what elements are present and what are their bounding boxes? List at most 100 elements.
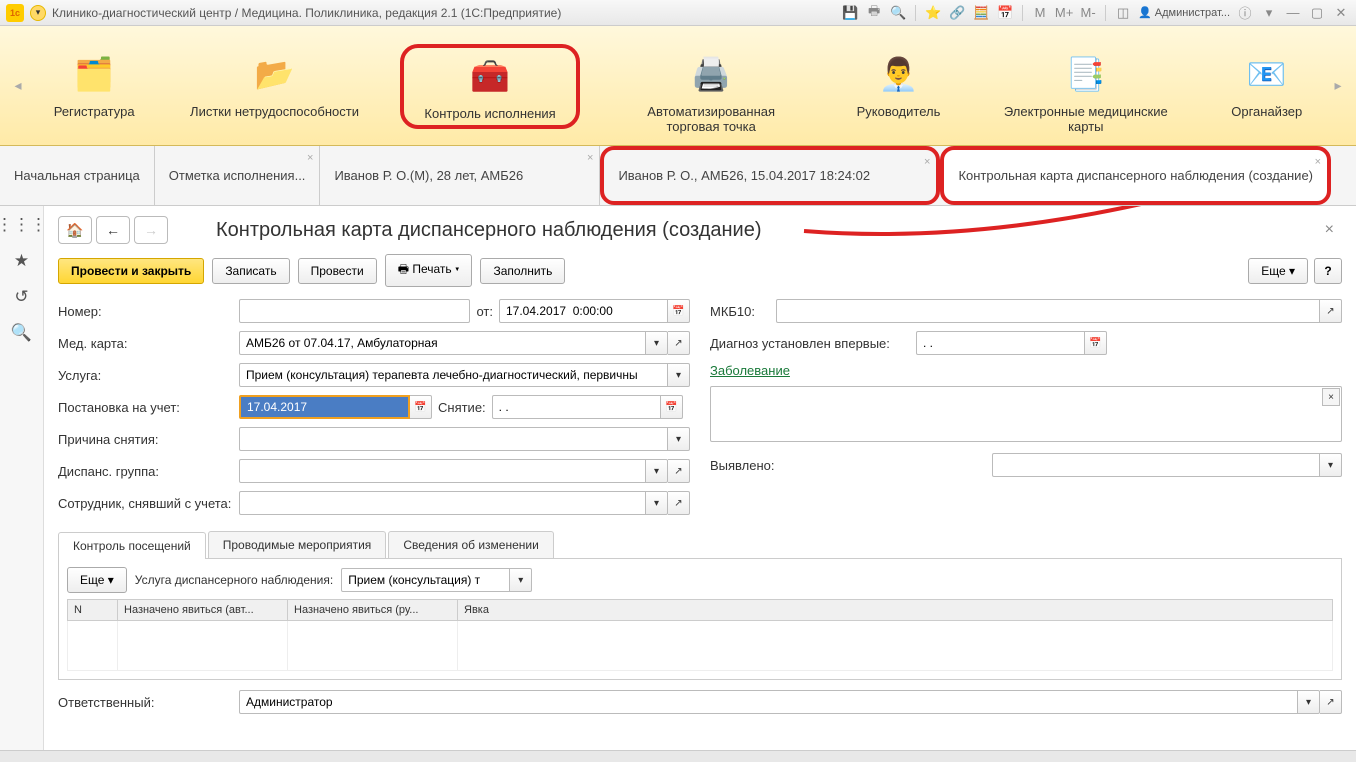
dropdown-icon[interactable]: ▾ [510, 568, 532, 592]
info-icon[interactable]: ⓘ [1236, 4, 1254, 22]
calc-icon[interactable]: 🧮 [972, 4, 990, 22]
group-input[interactable] [239, 459, 646, 483]
clear-icon[interactable]: × [1322, 388, 1340, 406]
dropdown-icon[interactable]: ▾ [1260, 4, 1278, 22]
responsible-input[interactable] [239, 690, 1298, 714]
col-scheduled-manual[interactable]: Назначено явиться (ру... [288, 600, 458, 621]
sub-more-button[interactable]: Еще ▾ [67, 567, 127, 593]
col-visit[interactable]: Явка [458, 600, 1333, 621]
open-link-icon[interactable]: ↗ [1320, 299, 1342, 323]
close-icon[interactable]: × [924, 156, 930, 168]
first-diag-input[interactable] [916, 331, 1085, 355]
subtab-events[interactable]: Проводимые мероприятия [208, 531, 387, 558]
print-button[interactable]: 🖶 Печать ▾ [385, 254, 473, 287]
disease-textarea[interactable] [710, 386, 1342, 442]
print-icon[interactable]: 🖶 [865, 4, 883, 22]
ribbon-item-emr[interactable]: 📑 Электронные медицинские карты [982, 44, 1190, 140]
calendar-picker-icon[interactable]: 📅 [668, 299, 690, 323]
dropdown-icon[interactable]: ▾ [646, 459, 668, 483]
dropdown-icon[interactable]: ▾ [1320, 453, 1342, 477]
home-button[interactable]: 🏠 [58, 216, 92, 244]
ribbon-item-sicklists[interactable]: 📂 Листки нетрудоспособности [176, 44, 373, 125]
history-icon[interactable]: ↺ [11, 286, 33, 308]
medcard-input[interactable] [239, 331, 646, 355]
calendar-icon[interactable]: 📅 [996, 4, 1014, 22]
tab-execution-mark[interactable]: Отметка исполнения...× [155, 146, 321, 205]
user-menu[interactable]: 👤 Администрат... [1138, 6, 1230, 19]
ribbon-items: 🗂️ Регистратура 📂 Листки нетрудоспособно… [26, 32, 1330, 140]
dropdown-icon[interactable]: ▾ [646, 491, 668, 515]
close-window-icon[interactable]: ✕ [1332, 4, 1350, 22]
tab-patient[interactable]: Иванов Р. О.(М), 28 лет, АМБ26× [320, 146, 600, 205]
dropdown-circle-icon[interactable]: ▾ [30, 5, 46, 21]
ribbon-item-control[interactable]: 🧰 Контроль исполнения [400, 44, 579, 129]
open-ref-icon[interactable]: ▾ [646, 331, 668, 355]
ribbon-prev-icon[interactable]: ◂ [10, 77, 26, 94]
calendar-picker-icon[interactable]: 📅 [661, 395, 683, 419]
star-icon[interactable]: ★ [11, 250, 33, 272]
minimize-icon[interactable]: — [1284, 4, 1302, 22]
unreg-reason-input[interactable] [239, 427, 668, 451]
save-icon[interactable]: 💾 [841, 4, 859, 22]
save-button[interactable]: Записать [212, 258, 289, 284]
more-label: Еще [80, 573, 104, 587]
ribbon-item-organizer[interactable]: 📧 Органайзер [1217, 44, 1316, 125]
service-input[interactable] [239, 363, 668, 387]
subtab-changes[interactable]: Сведения об изменении [388, 531, 554, 558]
post-close-button[interactable]: Провести и закрыть [58, 258, 204, 284]
disease-link[interactable]: Заболевание [710, 363, 790, 378]
ribbon-item-pos[interactable]: 🖨️ Автоматизированная торговая точка [607, 44, 815, 140]
ribbon-item-registry[interactable]: 🗂️ Регистратура [40, 44, 149, 125]
mplus-icon[interactable]: M+ [1055, 4, 1073, 22]
unreg-employee-input[interactable] [239, 491, 646, 515]
registration-date-input[interactable] [239, 395, 410, 419]
calendar-picker-icon[interactable]: 📅 [410, 395, 432, 419]
col-scheduled-auto[interactable]: Назначено явиться (авт... [118, 600, 288, 621]
open-link-icon[interactable]: ↗ [1320, 690, 1342, 714]
open-ref-icon[interactable]: ▾ [668, 363, 690, 387]
search-icon[interactable]: 🔍 [11, 322, 33, 344]
date-from-input[interactable] [499, 299, 668, 323]
calendar-picker-icon[interactable]: 📅 [1085, 331, 1107, 355]
post-button[interactable]: Провести [298, 258, 377, 284]
detected-input[interactable] [992, 453, 1320, 477]
dropdown-icon[interactable]: ▾ [1298, 690, 1320, 714]
more-button[interactable]: Еще ▾ [1248, 258, 1308, 284]
link-icon[interactable]: 🔗 [948, 4, 966, 22]
open-link-icon[interactable]: ↗ [668, 491, 690, 515]
close-icon[interactable]: × [587, 152, 593, 164]
number-input[interactable] [239, 299, 470, 323]
maximize-icon[interactable]: ▢ [1308, 4, 1326, 22]
table-row[interactable] [68, 621, 1333, 671]
title-bar: 1c ▾ Клинико-диагностический центр / Мед… [0, 0, 1356, 26]
tab-visit[interactable]: Иванов Р. О., АМБ26, 15.04.2017 18:24:02… [600, 146, 940, 205]
apps-icon[interactable]: ⋮⋮⋮ [11, 214, 33, 236]
subtab-visits[interactable]: Контроль посещений [58, 532, 206, 559]
preview-icon[interactable]: 🔍 [889, 4, 907, 22]
mminus-icon[interactable]: M- [1079, 4, 1097, 22]
tab-start-page[interactable]: Начальная страница [0, 146, 155, 205]
col-n[interactable]: N [68, 600, 118, 621]
content-header: 🏠 ← → Контрольная карта диспансерного на… [58, 216, 1342, 244]
unreg-date-input[interactable] [492, 395, 661, 419]
close-icon[interactable]: × [307, 152, 313, 164]
favorite-icon[interactable]: ⭐ [924, 4, 942, 22]
close-icon[interactable]: × [1315, 156, 1321, 168]
mkb-input[interactable] [776, 299, 1320, 323]
ribbon-label: Органайзер [1231, 104, 1302, 119]
tab-dispensary-card[interactable]: Контрольная карта диспансерного наблюден… [940, 146, 1331, 205]
m-icon[interactable]: M [1031, 4, 1049, 22]
dispensary-service-input[interactable] [341, 568, 510, 592]
ribbon-item-manager[interactable]: 👨‍💼 Руководитель [843, 44, 955, 125]
help-button[interactable]: ? [1314, 258, 1342, 284]
open-link-icon[interactable]: ↗ [668, 331, 690, 355]
ribbon-next-icon[interactable]: ▸ [1330, 77, 1346, 94]
panels-icon[interactable]: ◫ [1114, 4, 1132, 22]
back-button[interactable]: ← [96, 216, 130, 244]
fill-button[interactable]: Заполнить [480, 258, 565, 284]
dropdown-icon[interactable]: ▾ [668, 427, 690, 451]
forward-button[interactable]: → [134, 216, 168, 244]
open-link-icon[interactable]: ↗ [668, 459, 690, 483]
pos-icon: 🖨️ [687, 50, 735, 98]
close-page-icon[interactable]: × [1317, 217, 1342, 243]
